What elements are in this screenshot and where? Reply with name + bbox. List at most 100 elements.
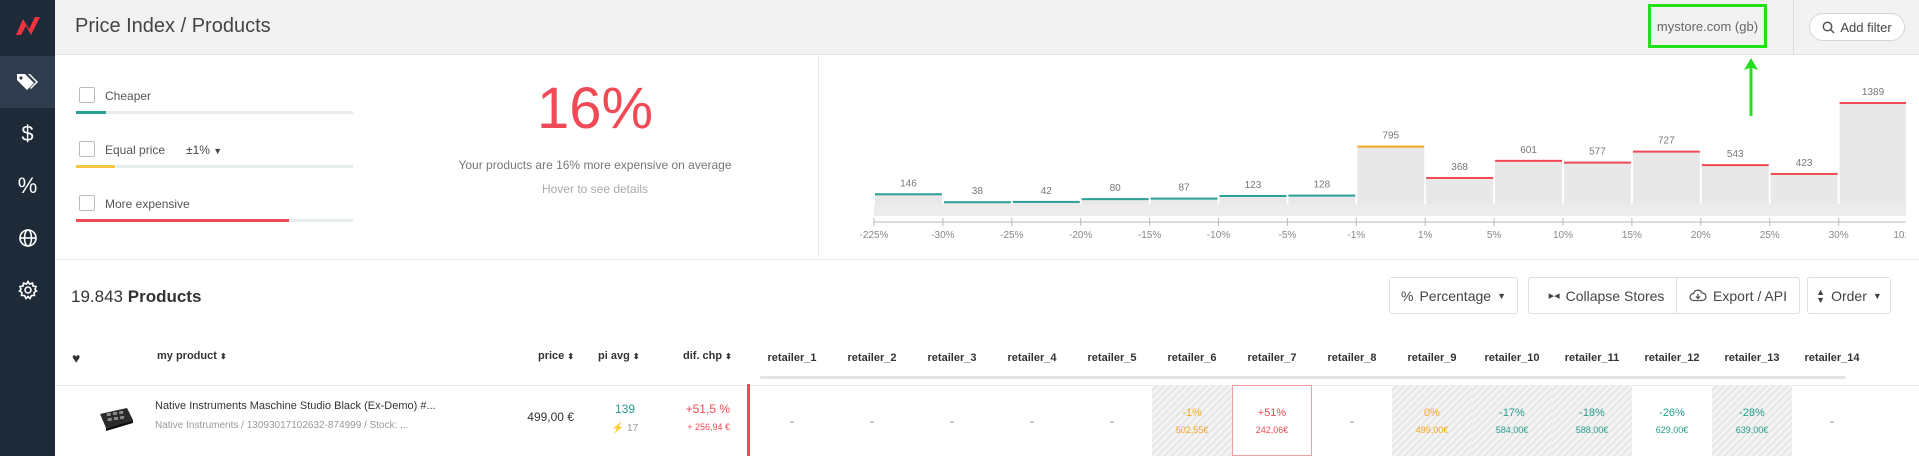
chart-tick-label: -20% [1069, 230, 1092, 241]
dif-chp-column-header[interactable]: dif. chp ⬍ [683, 350, 732, 362]
retailer-column-header[interactable]: retailer_12 [1632, 352, 1712, 364]
retailer-price-cell[interactable]: - [992, 385, 1072, 456]
chart-bar-top [1150, 197, 1218, 200]
chart-tick-label: 101 % [1893, 230, 1906, 241]
chart-bar[interactable] [1839, 102, 1906, 204]
dif-chp-value: +51,5 % [685, 402, 730, 416]
retailer-price-cell[interactable]: - [1072, 385, 1152, 456]
retailer-price-cell[interactable]: 0% 499,00€ [1392, 385, 1472, 456]
price-column-header[interactable]: price ⬍ [538, 350, 574, 362]
retailer-price-cell[interactable]: -18% 588,00€ [1552, 385, 1632, 456]
retailer-diff: -1% [1182, 406, 1202, 419]
retailer-price-cell[interactable]: - [832, 385, 912, 456]
product-name[interactable]: Native Instruments Maschine Studio Black… [155, 400, 455, 412]
globe-icon [18, 229, 37, 247]
retailer-diff: - [1830, 413, 1834, 428]
retailer-diff: -18% [1579, 406, 1605, 419]
retailer-price-cell[interactable]: -1% 502,55€ [1152, 385, 1232, 456]
chart-tick-label: -15% [1138, 230, 1161, 241]
chart-bar-top [1219, 194, 1287, 197]
retailer-diff: - [790, 413, 794, 428]
equal-checkbox[interactable] [79, 141, 95, 157]
chart-bar[interactable] [1426, 176, 1494, 204]
retailer-price-cell[interactable]: - [752, 385, 832, 456]
add-filter-button[interactable]: Add filter [1809, 13, 1905, 41]
favorite-column-header[interactable]: ♥ [72, 350, 80, 366]
chart-bar[interactable] [1495, 159, 1562, 204]
retailer-column-header[interactable]: retailer_9 [1392, 352, 1472, 364]
retailer-column-header[interactable]: retailer_4 [992, 352, 1072, 364]
tolerance-value: ±1% [186, 143, 210, 157]
retailer-price-cell[interactable]: - [1312, 385, 1392, 456]
retailer-scrollbar[interactable] [760, 376, 1846, 379]
retailer-price: 502,55€ [1175, 424, 1209, 435]
percentage-dropdown[interactable]: % Percentage ▼ [1389, 277, 1518, 314]
retailer-column-header[interactable]: retailer_10 [1472, 352, 1552, 364]
expensive-checkbox[interactable] [79, 195, 95, 211]
order-dropdown[interactable]: ▲ ▼ Order ▼ [1807, 277, 1891, 314]
percent-icon: % [1401, 287, 1414, 304]
store-label: mystore.com (gb) [1656, 18, 1759, 34]
top-header: Price Index / Products mystore.com (gb) … [55, 0, 1919, 55]
store-selector[interactable]: mystore.com (gb) [1648, 4, 1767, 48]
collapse-stores-button[interactable]: ▸◂ Collapse Stores [1528, 277, 1685, 314]
chart-value-label: 87 [1178, 183, 1190, 194]
dollar-icon: $ [21, 121, 34, 146]
retailer-column-header[interactable]: retailer_11 [1552, 352, 1632, 364]
chart-tick-label: 5% [1487, 230, 1502, 241]
chart-value-label: 727 [1658, 136, 1675, 147]
retailer-price-cell[interactable]: - [1792, 385, 1872, 456]
products-count-value: 19.843 [71, 287, 123, 306]
cheaper-checkbox[interactable] [79, 87, 95, 103]
chart-tick-label: -5% [1279, 230, 1297, 241]
chart-value-label: 42 [1041, 186, 1053, 197]
chart-bar[interactable] [1632, 150, 1700, 204]
retailer-price-cell[interactable]: -17% 584,00€ [1472, 385, 1552, 456]
equal-progress [76, 165, 353, 168]
retailer-price-cell[interactable]: - [912, 385, 992, 456]
price-index-description: Your products are 16% more expensive on … [458, 158, 732, 172]
sidebar-item-pricing[interactable]: $ [0, 108, 55, 160]
retailer-price-cell[interactable]: +51% 242,06€ [1232, 385, 1312, 456]
chart-value-label: 601 [1520, 145, 1537, 156]
retailer-column-header[interactable]: retailer_13 [1712, 352, 1792, 364]
retailer-column-header[interactable]: retailer_8 [1312, 352, 1392, 364]
product-thumbnail [100, 408, 133, 431]
logo-icon[interactable] [14, 13, 42, 39]
pi-avg-column-header[interactable]: pi avg ⬍ [598, 350, 640, 362]
chart-tick-label: 20% [1691, 230, 1711, 241]
chart-bar[interactable] [1357, 145, 1425, 204]
order-label: Order [1831, 287, 1867, 304]
chart-tick-label: -30% [931, 230, 954, 241]
retailer-diff: -17% [1499, 406, 1525, 419]
page-title: Price Index / Products [75, 15, 271, 37]
retailer-column-header[interactable]: retailer_6 [1152, 352, 1232, 364]
cheaper-progress [76, 111, 353, 114]
retailer-diff: - [1350, 413, 1354, 428]
retailer-column-header[interactable]: retailer_1 [752, 352, 832, 364]
price-index-value: 16% [536, 76, 654, 141]
chart-value-label: 543 [1727, 149, 1744, 160]
retailer-price-cell[interactable]: -26% 629,00€ [1632, 385, 1712, 456]
export-api-button[interactable]: Export / API [1676, 277, 1800, 314]
chart-bar-top [1357, 145, 1425, 148]
product-column-header[interactable]: my product ⬍ [157, 350, 227, 362]
expensive-progress [76, 219, 353, 222]
chart-bar[interactable] [1564, 161, 1631, 204]
price-distribution-chart[interactable]: 146 38 42 80 87 123 128 795 368 601 577 727 543 423 13… [840, 70, 1906, 250]
sidebar-item-discounts[interactable]: % [0, 160, 55, 212]
sidebar-item-settings[interactable] [0, 264, 55, 316]
retailer-column-header[interactable]: retailer_5 [1072, 352, 1152, 364]
chart-bar[interactable] [1770, 172, 1838, 204]
sidebar-item-products[interactable] [0, 56, 55, 108]
retailer-column-header[interactable]: retailer_7 [1232, 352, 1312, 364]
retailer-price-cell[interactable]: -28% 639,00€ [1712, 385, 1792, 456]
tolerance-dropdown[interactable]: ±1% ▼ [186, 143, 222, 157]
chart-bar[interactable] [1701, 164, 1769, 204]
retailer-column-header[interactable]: retailer_14 [1792, 352, 1872, 364]
sidebar-item-markets[interactable] [0, 212, 55, 264]
tag-icon [16, 74, 38, 90]
retailer-column-header[interactable]: retailer_2 [832, 352, 912, 364]
retailer-column-header[interactable]: retailer_3 [912, 352, 992, 364]
chart-bar-top [875, 193, 942, 196]
